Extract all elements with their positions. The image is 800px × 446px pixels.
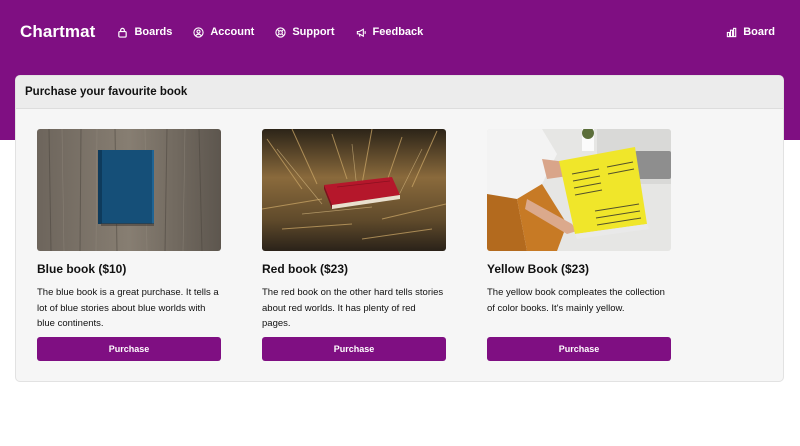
nav-item-boards[interactable]: Boards xyxy=(117,26,172,38)
lifebuoy-icon xyxy=(275,26,286,38)
product-card-red: Red book ($23) The red book on the other… xyxy=(262,129,446,361)
nav-item-support[interactable]: Support xyxy=(275,26,335,38)
purchase-button[interactable]: Purchase xyxy=(37,337,221,361)
blue-book-photo xyxy=(37,129,221,251)
nav-item-label: Account xyxy=(210,26,255,38)
product-card-blue: Blue book ($10) The blue book is a great… xyxy=(37,129,221,361)
bar-chart-icon xyxy=(727,27,737,37)
product-title: Blue book ($10) xyxy=(37,262,127,276)
product-title: Yellow Book ($23) xyxy=(487,262,590,276)
nav-item-label: Boards xyxy=(134,26,173,38)
product-card-yellow: Yellow Book ($23) The yellow book comple… xyxy=(487,129,671,361)
nav-item-label: Board xyxy=(743,26,775,38)
product-description: The red book on the other hard tells sto… xyxy=(262,287,444,329)
megaphone-icon xyxy=(356,27,366,37)
product-description: The blue book is a great purchase. It te… xyxy=(37,287,219,329)
product-title: Red book ($23) xyxy=(262,262,349,276)
nav-item-label: Feedback xyxy=(372,26,424,38)
top-navbar: Chartmat Boards Account Support Feedback… xyxy=(0,0,800,64)
user-circle-icon xyxy=(193,26,204,38)
purchase-button[interactable]: Purchase xyxy=(487,337,671,361)
yellow-book-photo xyxy=(487,129,671,251)
nav-item-board[interactable]: Board xyxy=(726,26,775,38)
lock-icon xyxy=(118,27,128,38)
product-description: The yellow book compleates the collectio… xyxy=(487,287,665,314)
purchase-panel: Purchase your favourite book Blue book (… xyxy=(15,75,784,382)
purchase-button[interactable]: Purchase xyxy=(262,337,446,361)
nav-item-feedback[interactable]: Feedback xyxy=(356,26,424,38)
panel-title: Purchase your favourite book xyxy=(16,76,783,109)
nav-item-account[interactable]: Account xyxy=(193,26,254,38)
nav-item-label: Support xyxy=(292,26,335,38)
red-book-photo xyxy=(262,129,446,251)
brand-logo[interactable]: Chartmat xyxy=(20,22,95,42)
